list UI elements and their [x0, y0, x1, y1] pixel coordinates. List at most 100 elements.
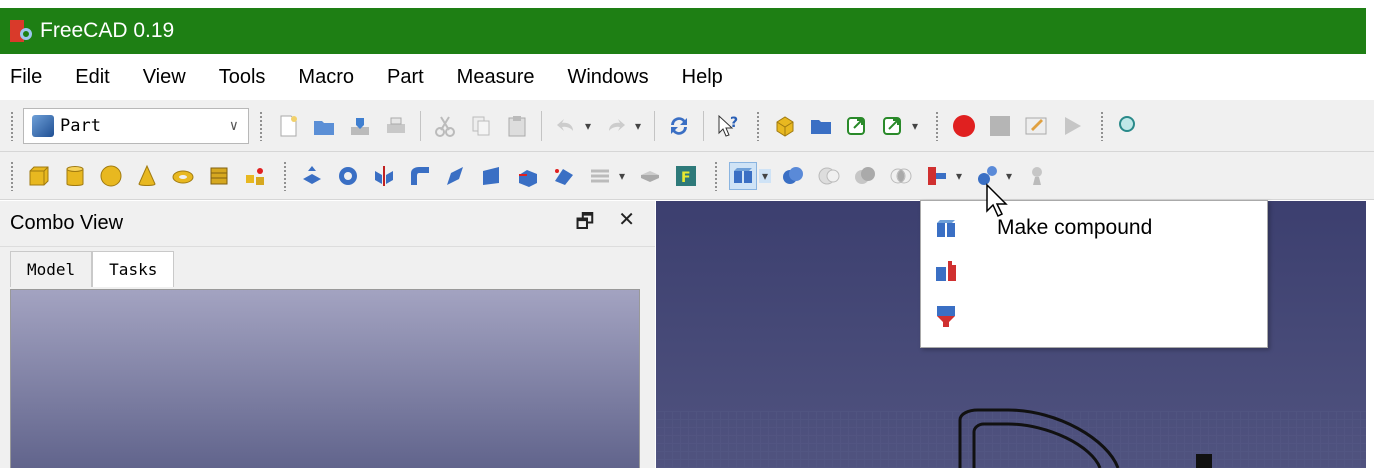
menu-macro[interactable]: Macro	[298, 66, 354, 89]
save-icon[interactable]	[346, 112, 374, 140]
section-dropdown-icon[interactable]: ▾	[616, 169, 628, 183]
macro-edit-icon[interactable]	[1022, 112, 1050, 140]
loft-icon[interactable]	[550, 162, 578, 190]
menu-measure[interactable]: Measure	[457, 66, 535, 89]
cylinder-icon[interactable]	[61, 162, 89, 190]
redo-icon[interactable]	[602, 112, 630, 140]
compound-tools-menu: Make compound	[920, 200, 1268, 348]
split-dropdown-icon[interactable]: ▾	[1003, 169, 1015, 183]
menu-edit[interactable]: Edit	[75, 66, 109, 89]
revolve-icon[interactable]	[334, 162, 362, 190]
ruled-surface-icon[interactable]	[514, 162, 542, 190]
join-dropdown-icon[interactable]: ▾	[953, 169, 965, 183]
make-compound-label: Make compound	[997, 216, 1153, 239]
link-dropdown-icon[interactable]: ▾	[909, 119, 921, 133]
box-icon[interactable]	[25, 162, 53, 190]
toolbar-grip[interactable]	[283, 160, 288, 191]
whats-this-icon[interactable]: ?	[714, 112, 742, 140]
freecad-logo-icon	[10, 20, 32, 42]
copy-icon[interactable]	[467, 112, 495, 140]
svg-text:F: F	[681, 170, 691, 186]
check-geometry-icon[interactable]	[1023, 162, 1051, 190]
menu-help[interactable]: Help	[682, 66, 723, 89]
new-document-icon[interactable]	[274, 112, 302, 140]
explode-compound-menu-item[interactable]	[933, 259, 959, 285]
mouse-cursor-icon	[986, 183, 1008, 218]
open-folder-icon[interactable]	[310, 112, 338, 140]
menu-view[interactable]: View	[143, 66, 186, 89]
compound-icon	[937, 220, 955, 237]
fuse-icon[interactable]	[851, 162, 879, 190]
macro-record-icon[interactable]	[950, 112, 978, 140]
compound-filter-menu-item[interactable]	[933, 303, 959, 329]
toolbar-grip[interactable]	[10, 110, 15, 141]
create-group-icon[interactable]	[807, 112, 835, 140]
float-panel-icon[interactable]: 🗗	[575, 207, 594, 241]
section-icon[interactable]	[586, 162, 614, 190]
thickness-icon[interactable]	[636, 162, 664, 190]
cone-icon[interactable]	[133, 162, 161, 190]
chamfer-icon[interactable]	[442, 162, 470, 190]
menu-bar: File Edit View Tools Macro Part Measure …	[0, 54, 1374, 100]
toolbar-separator	[541, 110, 542, 141]
link-actions-icon[interactable]	[879, 112, 907, 140]
macro-stop-icon[interactable]	[986, 112, 1014, 140]
paste-icon[interactable]	[503, 112, 531, 140]
undo-dropdown-icon[interactable]: ▾	[582, 119, 594, 133]
menu-windows[interactable]: Windows	[567, 66, 648, 89]
svg-text:?: ?	[730, 115, 738, 131]
mirror-icon[interactable]	[370, 162, 398, 190]
menu-part[interactable]: Part	[387, 66, 424, 89]
toolbar-separator	[703, 110, 704, 141]
compound-tools-icon[interactable]	[729, 161, 757, 190]
main-toolbar: Part ∨ ▾ ▾ ? ▾	[0, 100, 1374, 152]
join-features-icon[interactable]	[923, 162, 951, 190]
part-toolbar: ▾ F ▾ ▾ ▾	[0, 152, 1374, 200]
workbench-selector[interactable]: Part ∨	[23, 107, 249, 144]
combo-view-title: Combo View	[10, 212, 124, 234]
part-workbench-icon	[32, 114, 54, 137]
print-icon[interactable]	[382, 112, 410, 140]
menu-tools[interactable]: Tools	[219, 66, 266, 89]
cut-icon[interactable]	[431, 112, 459, 140]
tube-icon[interactable]	[205, 162, 233, 190]
toolbar-grip[interactable]	[259, 110, 264, 141]
link-icon[interactable]	[843, 112, 871, 140]
sketch-geometry	[958, 408, 1212, 468]
fillet-icon[interactable]	[406, 162, 434, 190]
tab-tasks[interactable]: Tasks	[92, 251, 175, 287]
chevron-down-icon: ∨	[229, 117, 238, 134]
window-title: FreeCAD 0.19	[40, 19, 175, 42]
toolbar-separator	[420, 110, 421, 141]
make-compound-menu-item[interactable]: Make compound	[933, 215, 1152, 241]
macro-run-icon[interactable]	[1058, 112, 1086, 140]
boolean-icon[interactable]	[779, 162, 807, 190]
toolbar-separator	[654, 110, 655, 141]
close-icon[interactable]: ✕	[618, 207, 635, 241]
menu-file[interactable]: File	[10, 66, 42, 89]
torus-icon[interactable]	[169, 162, 197, 190]
explode-compound-icon	[936, 261, 956, 281]
sphere-icon[interactable]	[97, 162, 125, 190]
primitives-icon[interactable]	[241, 162, 269, 190]
compound-dropdown-icon[interactable]: ▾	[759, 168, 771, 183]
redo-dropdown-icon[interactable]: ▾	[632, 119, 644, 133]
refresh-icon[interactable]	[665, 112, 693, 140]
tab-model[interactable]: Model	[10, 251, 93, 287]
make-face-icon[interactable]	[478, 162, 506, 190]
view-fit-icon[interactable]	[1115, 112, 1143, 140]
common-icon[interactable]	[887, 162, 915, 190]
face-builder-icon[interactable]: F	[672, 162, 700, 190]
toolbar-grip[interactable]	[10, 160, 15, 191]
toolbar-grip[interactable]	[714, 160, 719, 191]
toolbar-grip[interactable]	[1100, 110, 1105, 141]
cut-shape-icon[interactable]	[815, 162, 843, 190]
create-part-icon[interactable]	[771, 112, 799, 140]
toolbar-grip[interactable]	[935, 110, 940, 141]
undo-icon[interactable]	[552, 112, 580, 140]
combo-view-panel: Combo View 🗗 ✕ Model Tasks	[0, 201, 655, 468]
extrude-icon[interactable]	[298, 162, 326, 190]
toolbar-grip[interactable]	[756, 110, 761, 141]
task-panel	[10, 289, 640, 468]
combo-view-header: Combo View 🗗 ✕	[0, 201, 655, 247]
